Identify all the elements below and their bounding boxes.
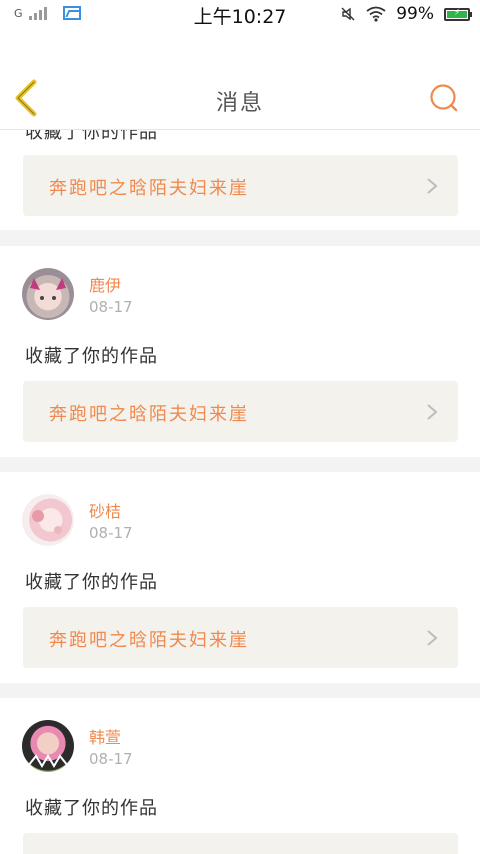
timestamp: 08-17 — [89, 298, 133, 316]
nav-bar: 消息 — [0, 30, 480, 130]
work-link[interactable] — [23, 833, 458, 854]
search-button[interactable] — [428, 82, 460, 114]
chevron-right-icon — [427, 178, 438, 194]
timestamp: 08-17 — [89, 750, 133, 768]
page-title: 消息 — [215, 91, 264, 116]
status-bar: G 上午10:27 99% ⚡ — [0, 0, 480, 30]
avatar[interactable] — [22, 268, 74, 320]
notification-card: 鹿伊 08-17 收藏了你的作品 奔跑吧之晗陌夫妇来崖 — [0, 246, 480, 457]
timestamp: 08-17 — [89, 524, 133, 542]
status-right: 99% ⚡ — [340, 4, 472, 24]
avatar-decoration-icon — [30, 278, 66, 300]
chevron-right-icon — [427, 630, 438, 646]
username[interactable]: 砂桔 — [89, 498, 121, 522]
avatar[interactable] — [22, 720, 74, 772]
username[interactable]: 韩萱 — [89, 724, 121, 748]
wifi-icon — [366, 6, 386, 22]
work-title: 奔跑吧之晗陌夫妇来崖 — [49, 178, 249, 199]
work-link[interactable]: 奔跑吧之晗陌夫妇来崖 — [23, 607, 458, 668]
notification-list[interactable]: 收藏了你的作品 奔跑吧之晗陌夫妇来崖 鹿伊 08-17 收藏了你的作品 奔跑吧之… — [0, 130, 480, 854]
notification-card: 收藏了你的作品 奔跑吧之晗陌夫妇来崖 — [0, 130, 480, 230]
work-link[interactable]: 奔跑吧之晗陌夫妇来崖 — [23, 155, 458, 216]
battery-icon: ⚡ — [444, 7, 472, 21]
chevron-right-icon — [427, 404, 438, 420]
username[interactable]: 鹿伊 — [89, 272, 121, 296]
work-link[interactable]: 奔跑吧之晗陌夫妇来崖 — [23, 381, 458, 442]
avatar[interactable] — [22, 494, 74, 546]
mute-icon — [341, 7, 355, 21]
notification-card: 韩萱 08-17 收藏了你的作品 — [0, 698, 480, 854]
avatar-decoration-icon — [27, 754, 69, 768]
notification-card: 砂桔 08-17 收藏了你的作品 奔跑吧之晗陌夫妇来崖 — [0, 472, 480, 683]
work-title: 奔跑吧之晗陌夫妇来崖 — [49, 630, 249, 651]
action-text: 收藏了你的作品 — [25, 798, 158, 819]
work-title: 奔跑吧之晗陌夫妇来崖 — [49, 404, 249, 425]
charging-bolt-icon: ⚡ — [453, 7, 461, 18]
action-text: 收藏了你的作品 — [25, 130, 158, 143]
action-text: 收藏了你的作品 — [25, 346, 158, 367]
avatar-decoration-icon — [32, 510, 62, 534]
action-text: 收藏了你的作品 — [25, 572, 158, 593]
battery-percent: 99% — [396, 4, 434, 24]
